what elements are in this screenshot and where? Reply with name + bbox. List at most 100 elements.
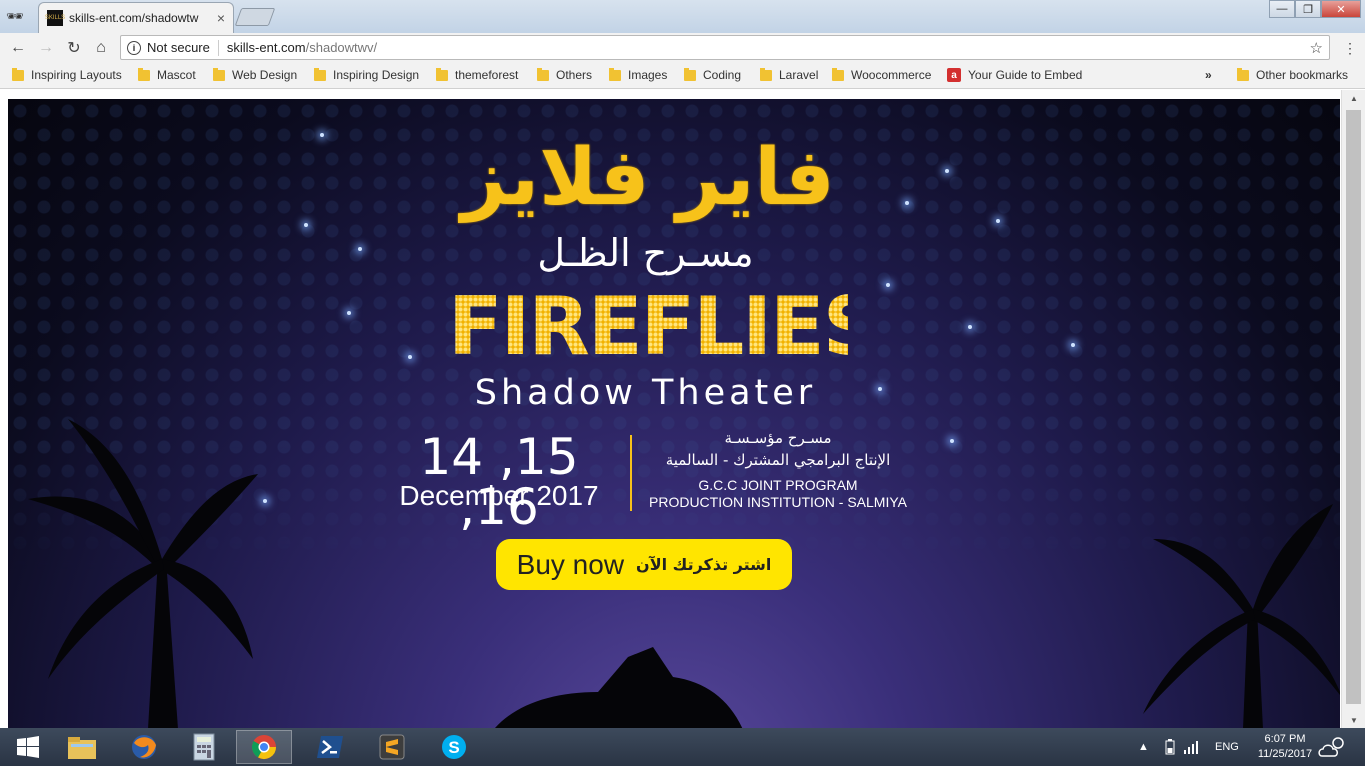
system-clock[interactable]: 6:07 PM 11/25/2017: [1250, 732, 1320, 762]
folder-icon: [213, 67, 225, 81]
character-silhouette: [495, 647, 743, 728]
palm-tree-right-silhouette: [1143, 504, 1340, 728]
chrome-icon[interactable]: [236, 730, 292, 764]
browser-toolbar: ← → ↻ ⌂ i Not secure skills-ent.com/shad…: [0, 33, 1365, 62]
bookmark-item[interactable]: a Your Guide to Embed: [947, 68, 1082, 82]
close-window-button[interactable]: ✕: [1321, 0, 1361, 18]
clock-date: 11/25/2017: [1257, 748, 1313, 760]
bookmark-item[interactable]: Woocommerce: [832, 67, 931, 82]
chrome-menu-icon[interactable]: ⋮: [1343, 40, 1357, 57]
home-icon[interactable]: ⌂: [91, 38, 111, 58]
folder-icon: [12, 67, 24, 81]
back-arrow-icon[interactable]: ←: [8, 38, 28, 58]
incognito-icon: 🕶: [6, 8, 24, 24]
bookmark-item[interactable]: themeforest: [436, 67, 519, 82]
bookmark-item[interactable]: Images: [609, 67, 667, 82]
sparkle: [950, 439, 954, 443]
network-signal-icon[interactable]: [1184, 728, 1200, 766]
address-bar[interactable]: i Not secure skills-ent.com/shadowtwv/ ☆: [120, 35, 1330, 60]
tab-title: skills-ent.com/shadowtw: [69, 11, 199, 25]
bookmark-item[interactable]: Laravel: [760, 67, 819, 82]
folder-icon: [537, 67, 549, 81]
sublime-text-icon[interactable]: [364, 730, 420, 764]
windows-start-icon[interactable]: [0, 730, 56, 764]
folder-icon: [138, 67, 150, 81]
bookmark-label: Mascot: [157, 68, 196, 82]
file-explorer-icon[interactable]: [54, 730, 110, 764]
bookmark-label: Others: [556, 68, 593, 82]
folder-icon: [832, 67, 844, 81]
a-icon: a: [947, 68, 961, 82]
sparkle: [945, 169, 949, 173]
bookmark-item[interactable]: Coding: [684, 67, 742, 82]
sparkle: [968, 325, 972, 329]
buy-now-button[interactable]: Buy now اشتر تذكرتك الآن: [496, 539, 792, 590]
weather-cloud-icon[interactable]: [1318, 728, 1348, 766]
page-scrollbar[interactable]: ▲ ▼: [1341, 90, 1365, 728]
folder-icon: [314, 67, 326, 81]
palm-tree-left-silhouette: [28, 419, 258, 728]
other-bookmarks[interactable]: Other bookmarks: [1237, 67, 1349, 82]
scrollbar-thumb[interactable]: [1346, 110, 1361, 704]
sparkle: [905, 201, 909, 205]
forward-arrow-icon[interactable]: →: [36, 38, 56, 58]
bookmark-label: Inspiring Layouts: [31, 68, 122, 82]
battery-icon[interactable]: [1165, 728, 1175, 766]
event-month: December 2017: [399, 480, 599, 511]
show-hidden-icons-button[interactable]: ▲: [1138, 728, 1149, 766]
language-indicator[interactable]: ENG: [1215, 728, 1239, 766]
scroll-up-icon[interactable]: ▲: [1342, 90, 1365, 106]
svg-text:S: S: [448, 738, 459, 757]
windows-taskbar: S ▲ ENG 6:07 PM 11/25/2017: [0, 728, 1365, 766]
folder-icon: [436, 67, 448, 81]
folder-icon: [684, 67, 696, 81]
bookmark-item[interactable]: Web Design: [213, 67, 298, 82]
bookmark-label: Inspiring Design: [333, 68, 420, 82]
minimize-button[interactable]: —: [1269, 0, 1295, 18]
restore-button[interactable]: ❐: [1295, 0, 1321, 18]
sparkle: [886, 283, 890, 287]
bookmark-star-icon[interactable]: ☆: [1310, 39, 1323, 57]
folder-icon: [760, 67, 772, 81]
bookmarks-bar: » Other bookmarks Inspiring Layouts Masco…: [0, 62, 1365, 89]
bookmark-item[interactable]: Inspiring Layouts: [12, 67, 122, 82]
browser-tab[interactable]: SKILLS skills-ent.com/shadowtw ×: [38, 2, 234, 33]
buy-now-arabic-label: اشتر تذكرتك الآن: [636, 555, 772, 574]
sparkle: [996, 219, 1000, 223]
bookmarks-overflow-button[interactable]: »: [1205, 68, 1212, 82]
bookmark-label: themeforest: [455, 68, 519, 82]
reload-icon[interactable]: ↻: [64, 38, 84, 58]
bookmark-item[interactable]: Others: [537, 67, 593, 82]
info-icon[interactable]: i: [127, 40, 141, 55]
bookmark-label: Laravel: [779, 68, 819, 82]
security-label: Not secure: [147, 40, 210, 55]
bookmark-item[interactable]: Mascot: [138, 67, 196, 82]
bookmark-item[interactable]: Inspiring Design: [314, 67, 420, 82]
skype-icon[interactable]: S: [426, 730, 482, 764]
scroll-down-icon[interactable]: ▼: [1342, 712, 1365, 728]
other-bookmarks-label: Other bookmarks: [1256, 68, 1349, 82]
event-title: FIREFLIES: [448, 280, 880, 373]
event-subtitle: Shadow Theater: [474, 373, 817, 413]
buy-now-label: Buy now: [516, 548, 625, 580]
bookmark-label: Web Design: [232, 68, 298, 82]
folder-icon: [1237, 67, 1249, 81]
event-banner: فاير فلايز مسـرح الظـل FIREFLIES Shadow …: [8, 99, 1340, 728]
new-tab-button[interactable]: [234, 8, 276, 26]
organizer-arabic-line1: مسـرح مؤسـسـة: [724, 429, 832, 447]
browser-titlebar: 🕶 SKILLS skills-ent.com/shadowtw × — ❐ ✕: [0, 0, 1365, 33]
site-favicon-icon: SKILLS: [45, 10, 65, 26]
arabic-title: فاير فلايز: [461, 133, 835, 223]
sparkle: [320, 133, 324, 137]
organizer-arabic-line2: الإنتاج البرامجي المشترك - السالمية: [665, 451, 891, 469]
omnibox-divider: [217, 39, 219, 56]
sparkle: [878, 387, 882, 391]
folder-icon: [609, 67, 621, 81]
sparkle: [358, 247, 362, 251]
tab-close-icon[interactable]: ×: [217, 10, 225, 26]
bookmark-label: Coding: [703, 68, 742, 82]
sparkle: [1071, 343, 1075, 347]
powershell-icon[interactable]: [302, 730, 358, 764]
firefox-icon[interactable]: [116, 730, 172, 764]
calculator-icon[interactable]: [176, 730, 232, 764]
